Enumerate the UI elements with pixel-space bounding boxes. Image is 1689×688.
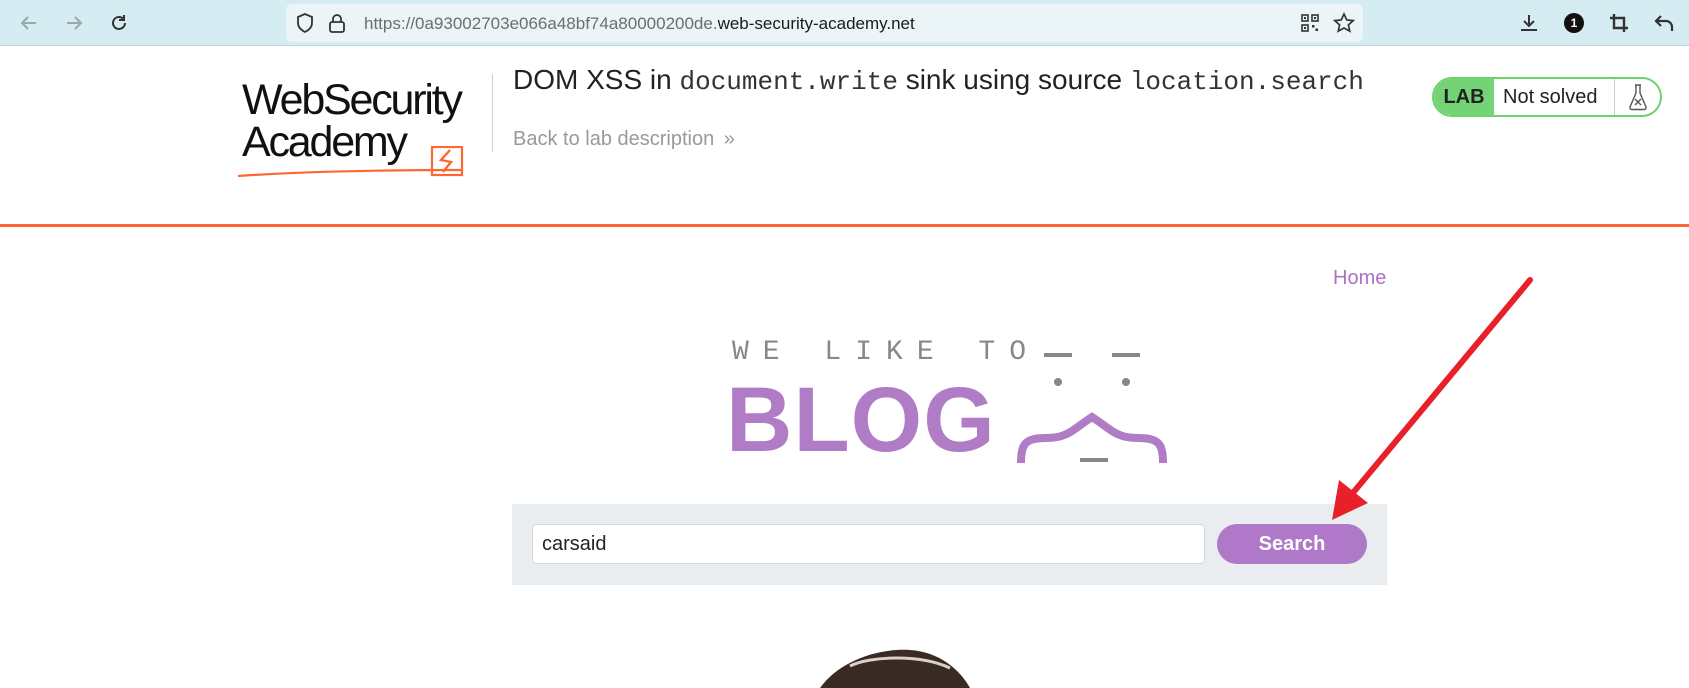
- browser-toolbar: https://0a93002703e066a48bf74a80000200de…: [0, 0, 1689, 46]
- extension-badge-icon: 1: [1564, 13, 1584, 33]
- lab-label: LAB: [1434, 79, 1494, 115]
- search-input[interactable]: [532, 524, 1205, 564]
- logo-line-1: WebSecurity: [242, 76, 463, 124]
- crop-icon: [1610, 14, 1628, 32]
- address-bar[interactable]: https://0a93002703e066a48bf74a80000200de…: [286, 4, 1363, 42]
- back-arrow-icon: [20, 16, 36, 30]
- shield-icon[interactable]: [294, 12, 316, 34]
- undo-button[interactable]: [1650, 9, 1678, 37]
- web-security-academy-logo[interactable]: WebSecurity Academy: [236, 76, 496, 178]
- post-image[interactable]: [810, 648, 980, 688]
- blog-logo-word: BLOG: [726, 369, 996, 471]
- blog-face-icon: [1017, 353, 1167, 464]
- download-icon: [1521, 15, 1537, 31]
- downloads-button[interactable]: [1515, 9, 1543, 37]
- extension-button[interactable]: 1: [1560, 9, 1588, 37]
- lab-status-text: Not solved: [1503, 85, 1598, 108]
- home-link[interactable]: Home: [1333, 267, 1386, 290]
- double-chevron-right-icon: »: [723, 128, 735, 150]
- logo-flame-icon: [237, 146, 464, 178]
- undo-icon: [1654, 15, 1674, 31]
- academy-header: WebSecurity Academy DOM XSS in document.…: [0, 46, 1689, 227]
- star-bookmark-icon[interactable]: [1332, 11, 1356, 35]
- flask-icon: [1614, 79, 1660, 115]
- forward-arrow-icon: [67, 16, 83, 30]
- blog-logo: WE LIKE TO BLOG: [720, 335, 1180, 471]
- forward-button[interactable]: [60, 9, 88, 37]
- reload-icon: [112, 15, 126, 30]
- lab-title: DOM XSS in document.write sink using sou…: [513, 64, 1364, 97]
- lab-status-widget: LAB Not solved: [1432, 77, 1662, 117]
- search-button[interactable]: Search: [1217, 524, 1367, 564]
- search-panel: Search: [512, 504, 1387, 585]
- header-divider: [492, 74, 493, 152]
- url-text[interactable]: https://0a93002703e066a48bf74a80000200de…: [364, 14, 915, 34]
- qr-code-icon[interactable]: [1299, 12, 1321, 34]
- back-button[interactable]: [15, 9, 43, 37]
- crop-button[interactable]: [1605, 9, 1633, 37]
- lock-icon[interactable]: [326, 12, 348, 34]
- back-to-lab-description-link[interactable]: Back to lab description »: [513, 128, 735, 151]
- reload-button[interactable]: [105, 9, 133, 37]
- blog-logo-tagline: WE LIKE TO: [732, 337, 1041, 368]
